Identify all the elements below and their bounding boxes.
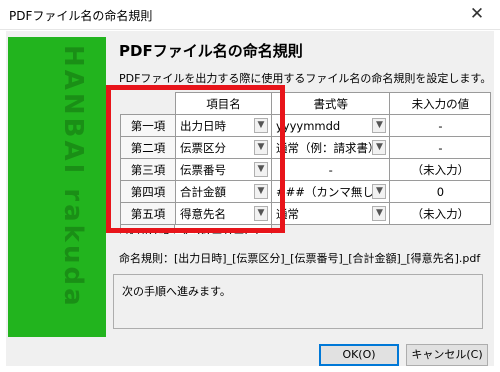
- chevron-down-icon[interactable]: ▼: [372, 206, 387, 221]
- format-select[interactable]: 通常 ▼: [270, 202, 391, 225]
- title-bar: PDFファイル名の命名規則 ✕: [0, 0, 500, 30]
- page-heading: PDFファイル名の命名規則: [119, 42, 303, 60]
- window-title: PDFファイル名の命名規則: [9, 9, 153, 23]
- format-select-value: 通常（例：請求書）: [276, 140, 380, 155]
- banner-text: HANBAI rakuda: [58, 45, 88, 309]
- highlight-frame: [106, 85, 285, 233]
- empty-value-cell[interactable]: 0: [389, 180, 492, 203]
- header-format: 書式等: [270, 92, 391, 115]
- format-select[interactable]: yyyymmdd ▼: [270, 114, 391, 137]
- chevron-down-icon[interactable]: ▼: [372, 118, 387, 133]
- close-icon[interactable]: ✕: [454, 0, 500, 30]
- description-text: PDFファイルを出力する際に使用するファイル名の命名規則を設定します。: [119, 72, 492, 85]
- format-select-value: yyyymmdd: [276, 118, 341, 133]
- format-cell: -: [270, 158, 391, 181]
- format-select-value: ###（カンマ無し）: [276, 184, 386, 199]
- empty-value-cell[interactable]: -: [389, 136, 492, 159]
- chevron-down-icon[interactable]: ▼: [372, 184, 387, 199]
- naming-rule-preview: 命名規則：[出力日時]_[伝票区分]_[伝票番号]_[合計金額]_[得意先名].…: [119, 252, 481, 265]
- banner-image: HANBAI rakuda: [8, 37, 106, 337]
- empty-value-cell[interactable]: （未入力）: [389, 158, 492, 181]
- chevron-down-icon[interactable]: ▼: [372, 140, 387, 155]
- header-empty-value: 未入力の値: [389, 92, 492, 115]
- empty-value-cell[interactable]: -: [389, 114, 492, 137]
- message-text: 次の手順へ進みます。: [122, 285, 231, 298]
- ok-button[interactable]: OK(O): [319, 344, 399, 366]
- format-select[interactable]: ###（カンマ無し） ▼: [270, 180, 391, 203]
- empty-value-cell[interactable]: （未入力）: [389, 202, 492, 225]
- format-select[interactable]: 通常（例：請求書） ▼: [270, 136, 391, 159]
- message-box: 次の手順へ進みます。: [113, 274, 483, 329]
- cancel-button[interactable]: キャンセル(C): [406, 344, 488, 366]
